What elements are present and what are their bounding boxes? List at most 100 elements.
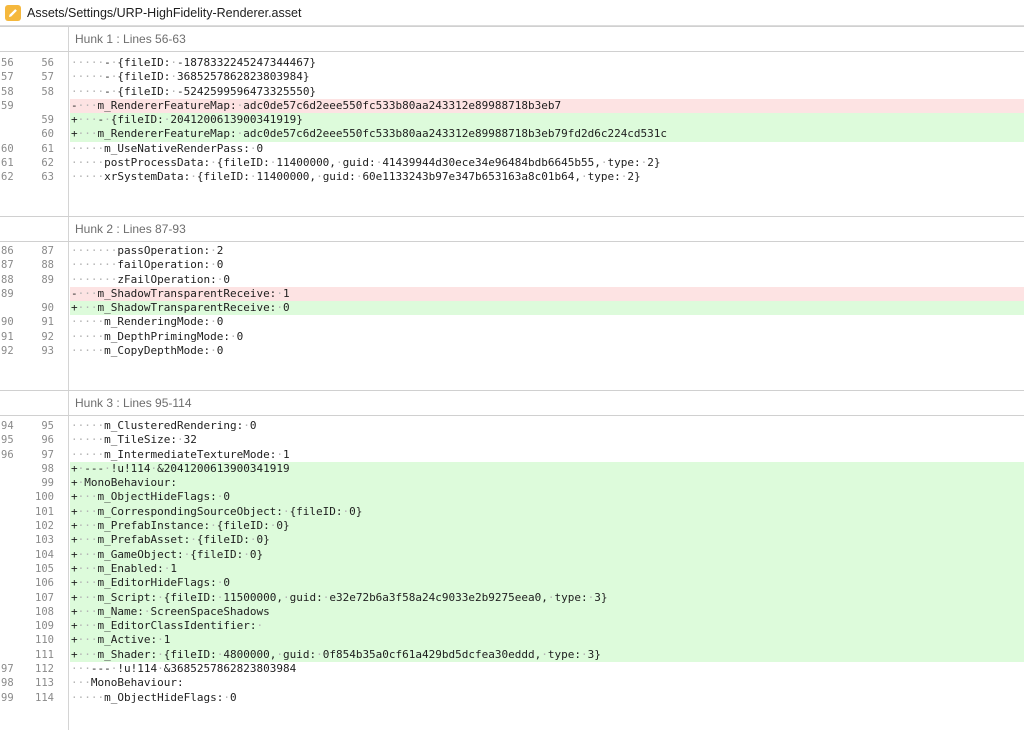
new-line-number: 90 bbox=[41, 302, 54, 315]
new-line-number: 57 bbox=[41, 71, 54, 84]
code-text: ·····xrSystemData:·{fileID:·11400000,·gu… bbox=[71, 170, 641, 184]
added-line[interactable]: 106 +···m_EditorHideFlags:·0 bbox=[0, 576, 1024, 591]
context-line[interactable]: 91 92 ·····m_DepthPrimingMode:·0 bbox=[0, 330, 1024, 344]
code-text: +···m_RendererFeatureMap:·adc0de57c6d2ee… bbox=[70, 127, 1024, 142]
added-line[interactable]: 60 +···m_RendererFeatureMap:·adc0de57c6d2… bbox=[0, 127, 1024, 142]
code-text: +···m_Script:·{fileID:·11500000,·guid:·e… bbox=[70, 590, 1024, 605]
context-line[interactable]: 56 56 ·····-·{fileID:·-1878332245247344467… bbox=[0, 56, 1024, 70]
added-line[interactable]: 111 +···m_Shader:·{fileID:·4800000,·guid:… bbox=[0, 647, 1024, 663]
new-line-number: 113 bbox=[35, 677, 54, 690]
new-line-number: 108 bbox=[35, 605, 54, 618]
code-text: +·---·!u!114·&2041200613900341919 bbox=[70, 461, 1024, 477]
old-line-number: 96 bbox=[1, 448, 14, 461]
added-line[interactable]: 109 +···m_EditorClassIdentifier:· bbox=[0, 619, 1024, 634]
added-line[interactable]: 90 +···m_ShadowTransparentReceive:·0 bbox=[0, 301, 1024, 316]
removed-line[interactable]: 89 -···m_ShadowTransparentReceive:·1 bbox=[0, 286, 1024, 302]
context-line[interactable]: 86 87 ·······passOperation:·2 bbox=[0, 244, 1024, 258]
hunk-header[interactable]: Hunk 2 : Lines 87-93 bbox=[69, 216, 1024, 242]
context-line[interactable]: 97 112 ···---·!u!114·&3685257862823803984 bbox=[0, 662, 1024, 676]
old-line-number: 60 bbox=[1, 142, 14, 155]
new-line-number: 103 bbox=[35, 534, 54, 547]
old-line-number: 98 bbox=[1, 677, 14, 690]
old-line-number: 94 bbox=[1, 420, 14, 432]
hunk-header[interactable]: Hunk 1 : Lines 56-63 bbox=[69, 26, 1024, 52]
new-line-number: 100 bbox=[35, 491, 54, 504]
new-line-number: 93 bbox=[41, 345, 54, 358]
added-line[interactable]: 101 +···m_CorrespondingSourceObject:·{fil… bbox=[0, 504, 1024, 520]
context-line[interactable]: 88 89 ·······zFailOperation:·0 bbox=[0, 273, 1024, 287]
new-line-number: 88 bbox=[41, 259, 54, 272]
old-line-number: 97 bbox=[1, 663, 14, 676]
old-line-number: 91 bbox=[1, 330, 14, 343]
added-line[interactable]: 100 +···m_ObjectHideFlags:·0 bbox=[0, 490, 1024, 505]
code-text: +···m_GameObject:·{fileID:·0} bbox=[70, 547, 1024, 562]
new-line-number: 87 bbox=[41, 245, 54, 257]
old-line-number: 89 bbox=[1, 287, 14, 300]
added-line[interactable]: 110 +···m_Active:·1 bbox=[0, 633, 1024, 648]
hunk-header-gutter bbox=[0, 26, 69, 52]
old-line-number: 56 bbox=[1, 57, 14, 69]
new-line-number: 105 bbox=[35, 562, 54, 575]
context-line[interactable]: 87 88 ·······failOperation:·0 bbox=[0, 258, 1024, 272]
hunk-header-gutter bbox=[0, 216, 69, 242]
code-text: ·····m_CopyDepthMode:·0 bbox=[71, 344, 224, 358]
context-line[interactable]: 90 91 ·····m_RenderingMode:·0 bbox=[0, 315, 1024, 329]
context-line[interactable]: 96 97 ·····m_IntermediateTextureMode:·1 bbox=[0, 448, 1024, 462]
code-text: +···m_EditorClassIdentifier:· bbox=[70, 619, 1024, 634]
new-line-number: 112 bbox=[35, 663, 54, 676]
code-text: ···---·!u!114·&3685257862823803984 bbox=[71, 662, 297, 676]
code-text: +···m_CorrespondingSourceObject:·{fileID… bbox=[70, 504, 1024, 520]
pencil-edit-icon bbox=[5, 4, 21, 21]
context-line[interactable]: 58 58 ·····-·{fileID:·-5242599596473325550… bbox=[0, 85, 1024, 99]
code-text: ·······zFailOperation:·0 bbox=[71, 272, 230, 286]
added-line[interactable]: 99 +·MonoBehaviour: bbox=[0, 476, 1024, 491]
context-line[interactable]: 98 113 ···MonoBehaviour: bbox=[0, 676, 1024, 690]
code-text: ·······passOperation:·2 bbox=[71, 244, 224, 257]
removed-line[interactable]: 59 -···m_RendererFeatureMap:·adc0de57c6d2… bbox=[0, 98, 1024, 114]
added-line[interactable]: 103 +···m_PrefabAsset:·{fileID:·0} bbox=[0, 533, 1024, 548]
new-line-number: 98 bbox=[41, 462, 54, 475]
old-line-number: 92 bbox=[1, 345, 14, 358]
added-line[interactable]: 107 +···m_Script:·{fileID:·11500000,·guid… bbox=[0, 590, 1024, 605]
old-line-number: 62 bbox=[1, 171, 14, 184]
code-text: ·····-·{fileID:·-1878332245247344467} bbox=[71, 56, 317, 69]
new-line-number: 101 bbox=[35, 505, 54, 518]
new-line-number: 106 bbox=[35, 577, 54, 590]
code-text: +···-·{fileID:·2041200613900341919} bbox=[70, 113, 1024, 128]
new-line-number: 107 bbox=[35, 591, 54, 604]
added-line[interactable]: 108 +···m_Name:·ScreenSpaceShadows bbox=[0, 604, 1024, 620]
new-line-number: 56 bbox=[41, 57, 54, 69]
code-text: +···m_Enabled:·1 bbox=[70, 561, 1024, 577]
context-line[interactable]: 92 93 ·····m_CopyDepthMode:·0 bbox=[0, 344, 1024, 358]
new-line-number: 97 bbox=[41, 448, 54, 461]
added-line[interactable]: 105 +···m_Enabled:·1 bbox=[0, 561, 1024, 577]
old-line-number: 86 bbox=[1, 245, 14, 257]
new-line-number: 58 bbox=[41, 85, 54, 98]
added-line[interactable]: 102 +···m_PrefabInstance:·{fileID:·0} bbox=[0, 519, 1024, 534]
code-text: ·······failOperation:·0 bbox=[71, 258, 224, 272]
context-line[interactable]: 60 61 ·····m_UseNativeRenderPass:·0 bbox=[0, 142, 1024, 156]
added-line[interactable]: 59 +···-·{fileID:·2041200613900341919} bbox=[0, 113, 1024, 128]
new-line-number: 96 bbox=[41, 434, 54, 447]
new-line-number: 62 bbox=[41, 157, 54, 170]
code-text: +·MonoBehaviour: bbox=[70, 476, 1024, 491]
code-text: ·····m_ObjectHideFlags:·0 bbox=[71, 690, 237, 704]
added-line[interactable]: 98 +·---·!u!114·&2041200613900341919 bbox=[0, 461, 1024, 477]
old-line-number: 99 bbox=[1, 691, 14, 704]
added-line[interactable]: 104 +···m_GameObject:·{fileID:·0} bbox=[0, 547, 1024, 562]
context-line[interactable]: 94 95 ·····m_ClusteredRendering:·0 bbox=[0, 419, 1024, 433]
new-line-number: 61 bbox=[41, 142, 54, 155]
context-line[interactable]: 57 57 ·····-·{fileID:·3685257862823803984} bbox=[0, 70, 1024, 84]
code-text: ·····-·{fileID:·-5242599596473325550} bbox=[71, 84, 317, 98]
hunk-header[interactable]: Hunk 3 : Lines 95-114 bbox=[69, 390, 1024, 416]
context-line[interactable]: 95 96 ·····m_TileSize:·32 bbox=[0, 433, 1024, 447]
code-text: ·····m_RenderingMode:·0 bbox=[71, 315, 224, 329]
new-line-number: 109 bbox=[35, 620, 54, 633]
context-line[interactable]: 61 62 ·····postProcessData:·{fileID:·11400… bbox=[0, 156, 1024, 170]
old-line-number: 61 bbox=[1, 157, 14, 170]
context-line[interactable]: 99 114 ·····m_ObjectHideFlags:·0 bbox=[0, 691, 1024, 705]
code-text: ·····-·{fileID:·3685257862823803984} bbox=[71, 70, 310, 84]
context-line[interactable]: 62 63 ·····xrSystemData:·{fileID:·11400000… bbox=[0, 170, 1024, 184]
code-text: ·····m_DepthPrimingMode:·0 bbox=[71, 329, 244, 343]
code-text: ·····postProcessData:·{fileID:·11400000,… bbox=[71, 156, 661, 170]
